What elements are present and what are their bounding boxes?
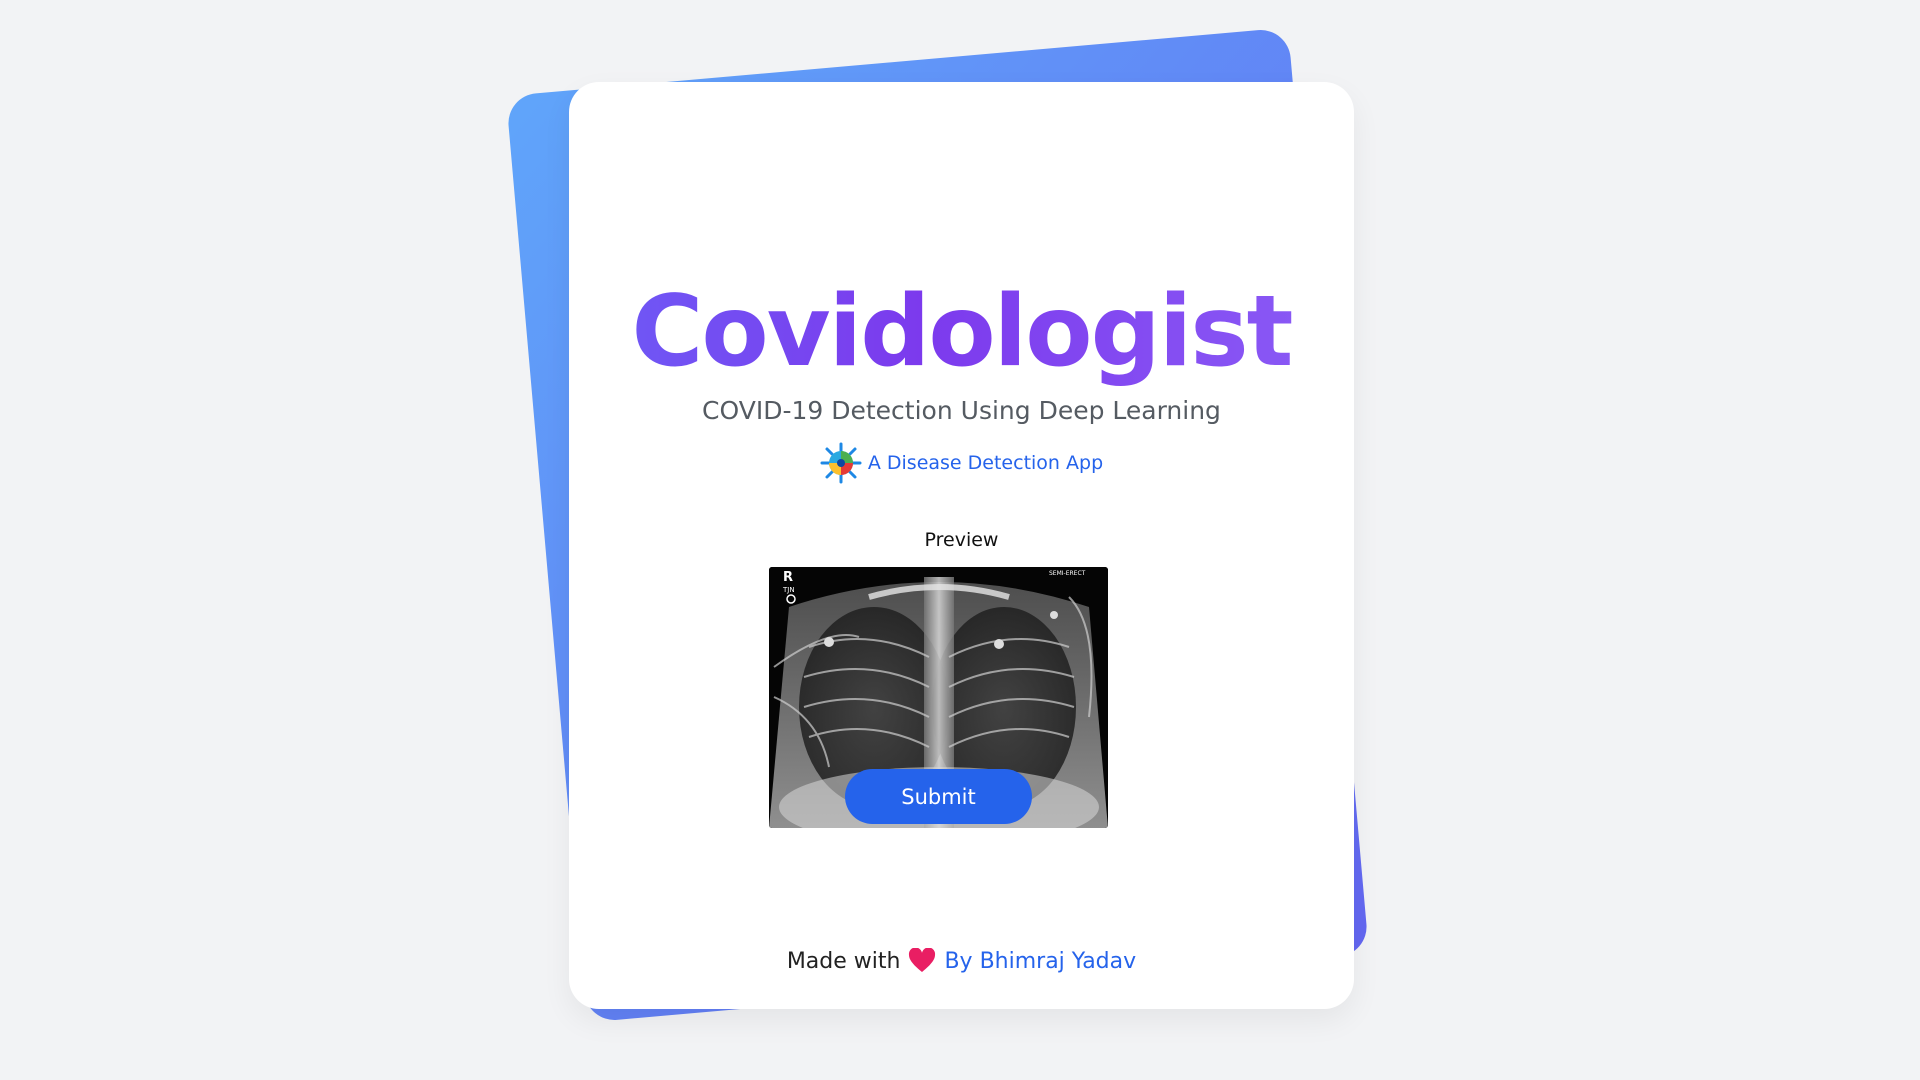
app-tagline: A Disease Detection App	[569, 442, 1354, 484]
app-subtitle: COVID-19 Detection Using Deep Learning	[702, 396, 1221, 425]
preview-label: Preview	[924, 529, 999, 551]
xray-marker-tjn: TJN	[782, 586, 795, 594]
footer: Made with By Bhimraj Yadav	[569, 947, 1354, 974]
submit-button[interactable]: Submit	[845, 769, 1032, 824]
xray-marker-semi-erect: SEMI-ERECT	[1049, 570, 1086, 577]
made-with-text: Made with	[786, 948, 901, 974]
virus-icon	[820, 442, 862, 484]
author-link[interactable]: By Bhimraj Yadav	[944, 949, 1136, 974]
app-title: Covidologist	[569, 270, 1354, 394]
heart-icon	[908, 947, 936, 974]
page: Covidologist COVID-19 Detection Using De…	[0, 0, 1920, 1080]
xray-marker-r: R	[783, 570, 793, 585]
app-link[interactable]: A Disease Detection App	[868, 452, 1103, 474]
main-card: Covidologist COVID-19 Detection Using De…	[569, 82, 1354, 1009]
